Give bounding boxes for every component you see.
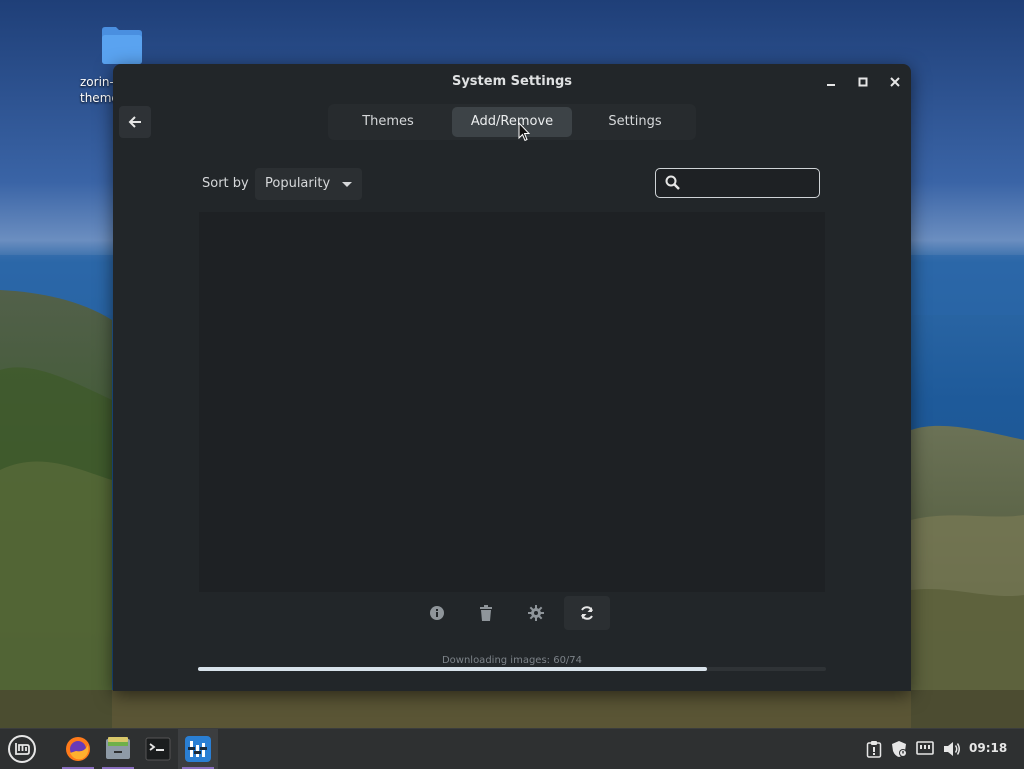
refresh-button[interactable]: [564, 596, 610, 630]
terminal-icon: [145, 737, 171, 761]
network-tray-button[interactable]: [915, 739, 935, 759]
tab-bar: Themes Add/Remove Settings: [328, 104, 696, 140]
search-input[interactable]: [686, 172, 814, 196]
info-icon: [430, 606, 444, 620]
firefox-icon: [66, 737, 90, 761]
system-settings-icon: [185, 736, 211, 762]
update-manager-tray-button[interactable]: [889, 739, 909, 759]
info-button[interactable]: [414, 596, 460, 630]
gear-icon: [528, 605, 544, 621]
taskbar-firefox[interactable]: [58, 729, 98, 769]
system-settings-window: System Settings Themes Add/Remove Settin…: [113, 64, 911, 691]
close-icon: [890, 77, 900, 87]
tab-settings[interactable]: Settings: [578, 107, 692, 137]
theme-list[interactable]: [199, 212, 825, 592]
taskbar: 09:18: [0, 728, 1024, 769]
search-field[interactable]: [655, 168, 820, 198]
tab-add-remove[interactable]: Add/Remove: [452, 107, 572, 137]
titlebar[interactable]: System Settings: [113, 64, 911, 100]
chevron-down-icon: [342, 182, 352, 187]
window-title: System Settings: [451, 74, 573, 89]
network-icon: [916, 741, 934, 755]
sort-dropdown-value: Popularity: [265, 176, 331, 191]
maximize-button[interactable]: [853, 72, 873, 92]
sort-by-label: Sort by: [202, 176, 249, 191]
search-icon: [665, 175, 680, 190]
clock[interactable]: 09:18: [969, 741, 1007, 755]
maximize-icon: [858, 77, 868, 87]
minimize-icon: [827, 84, 835, 86]
progress-bar: [198, 667, 826, 671]
arrow-left-icon: [128, 116, 141, 128]
trash-icon: [480, 605, 492, 621]
refresh-icon: [581, 606, 593, 620]
folder-icon: [102, 26, 142, 64]
volume-tray-button[interactable]: [942, 739, 962, 759]
minimize-button[interactable]: [821, 72, 841, 92]
progress-label: Downloading images: 60/74: [441, 655, 583, 666]
mint-menu-button[interactable]: [0, 729, 44, 769]
shield-icon: [892, 741, 907, 757]
taskbar-files[interactable]: [98, 729, 138, 769]
clipboard-icon: [866, 741, 882, 758]
tab-themes[interactable]: Themes: [331, 107, 445, 137]
progress-bar-fill: [198, 667, 708, 671]
back-button[interactable]: [119, 106, 151, 138]
file-manager-icon: [106, 737, 130, 759]
sort-dropdown[interactable]: Popularity: [255, 168, 362, 200]
taskbar-system-settings[interactable]: [178, 729, 218, 769]
delete-button[interactable]: [463, 596, 509, 630]
mint-menu-icon: [8, 735, 36, 763]
clipboard-tray-button[interactable]: [864, 739, 884, 759]
mouse-cursor-icon: [518, 121, 531, 146]
taskbar-terminal[interactable]: [138, 729, 178, 769]
close-button[interactable]: [885, 72, 905, 92]
volume-icon: [944, 742, 960, 756]
configure-button[interactable]: [513, 596, 559, 630]
